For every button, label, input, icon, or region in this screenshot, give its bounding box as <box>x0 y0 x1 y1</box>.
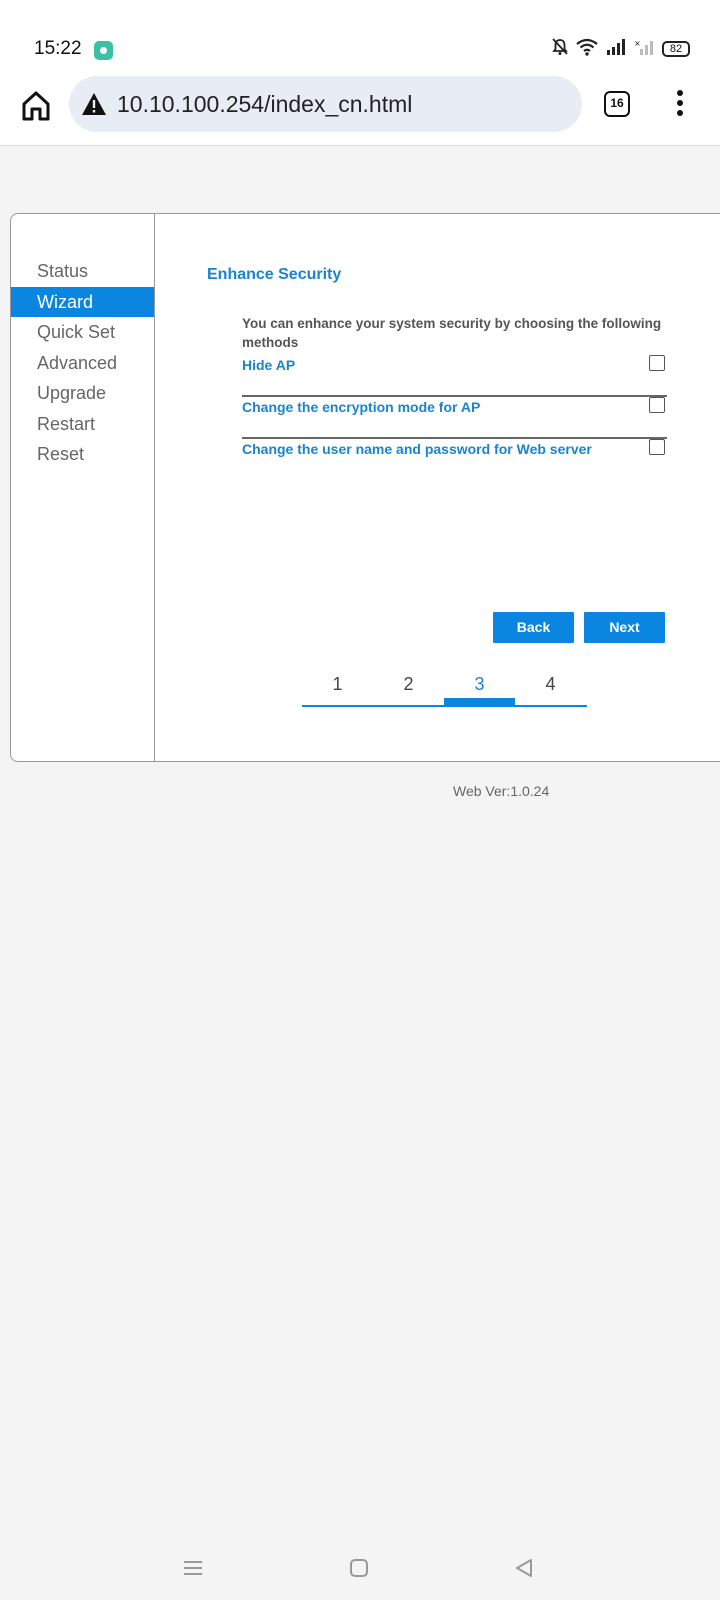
status-icons: × 82 <box>552 37 690 61</box>
system-nav-bar <box>0 1540 720 1600</box>
status-bar: 15:22 × 82 <box>0 0 720 72</box>
browser-toolbar: 10.10.100.254/index_cn.html 16 <box>0 72 720 146</box>
more-menu-icon[interactable] <box>675 90 685 120</box>
back-nav-icon[interactable] <box>512 1556 536 1580</box>
app-notification-icon <box>94 41 113 60</box>
mute-icon <box>552 37 568 61</box>
home-nav-icon[interactable] <box>347 1556 371 1580</box>
step-4: 4 <box>545 674 556 694</box>
page-title: Enhance Security <box>207 266 342 283</box>
hide-ap-checkbox[interactable] <box>649 355 665 371</box>
option-label: Change the user name and password for We… <box>242 441 592 457</box>
description-text: You can enhance your system security by … <box>242 316 662 350</box>
svg-text:×: × <box>634 39 641 48</box>
encryption-mode-checkbox[interactable] <box>649 397 665 413</box>
security-options: Hide AP Change the encryption mode for A… <box>242 355 667 481</box>
signal-no-service-icon: × <box>634 39 654 60</box>
wizard-content: Enhance Security You can enhance your sy… <box>156 214 720 761</box>
sidebar-item-wizard[interactable]: Wizard <box>11 286 154 317</box>
back-button[interactable]: Back <box>493 612 574 643</box>
step-1: 1 <box>332 674 343 694</box>
wizard-step-indicator: 1 2 3 4 <box>302 674 587 708</box>
sidebar-item-reset[interactable]: Reset <box>11 439 154 470</box>
step-3: 3 <box>474 674 485 694</box>
option-row-credentials: Change the user name and password for We… <box>242 439 667 481</box>
status-time: 15:22 <box>34 38 82 59</box>
option-row-encryption: Change the encryption mode for AP <box>242 397 667 439</box>
option-label: Hide AP <box>242 357 296 373</box>
option-label: Change the encryption mode for AP <box>242 399 481 415</box>
not-secure-warning-icon[interactable] <box>81 92 107 116</box>
current-step-marker <box>444 698 515 707</box>
battery-icon: 82 <box>662 41 690 57</box>
web-version: Web Ver:1.0.24 <box>453 783 550 799</box>
sidebar: Status Wizard Quick Set Advanced Upgrade… <box>11 214 155 761</box>
sidebar-item-upgrade[interactable]: Upgrade <box>11 378 154 409</box>
recent-apps-icon[interactable] <box>181 1556 205 1580</box>
option-row-hide-ap: Hide AP <box>242 355 667 397</box>
address-bar[interactable]: 10.10.100.254/index_cn.html <box>69 76 582 132</box>
sidebar-item-advanced[interactable]: Advanced <box>11 348 154 379</box>
main-panel: Status Wizard Quick Set Advanced Upgrade… <box>10 213 720 762</box>
url-text[interactable]: 10.10.100.254/index_cn.html <box>117 91 412 118</box>
web-credentials-checkbox[interactable] <box>649 439 665 455</box>
next-button[interactable]: Next <box>584 612 665 643</box>
sidebar-item-status[interactable]: Status <box>11 256 154 287</box>
wifi-icon <box>576 38 598 61</box>
tabs-icon[interactable]: 16 <box>604 91 630 117</box>
sidebar-item-quick-set[interactable]: Quick Set <box>11 317 154 348</box>
step-2: 2 <box>403 674 414 694</box>
signal-icon <box>606 38 626 60</box>
sidebar-item-restart[interactable]: Restart <box>11 409 154 440</box>
home-icon[interactable] <box>18 88 54 124</box>
